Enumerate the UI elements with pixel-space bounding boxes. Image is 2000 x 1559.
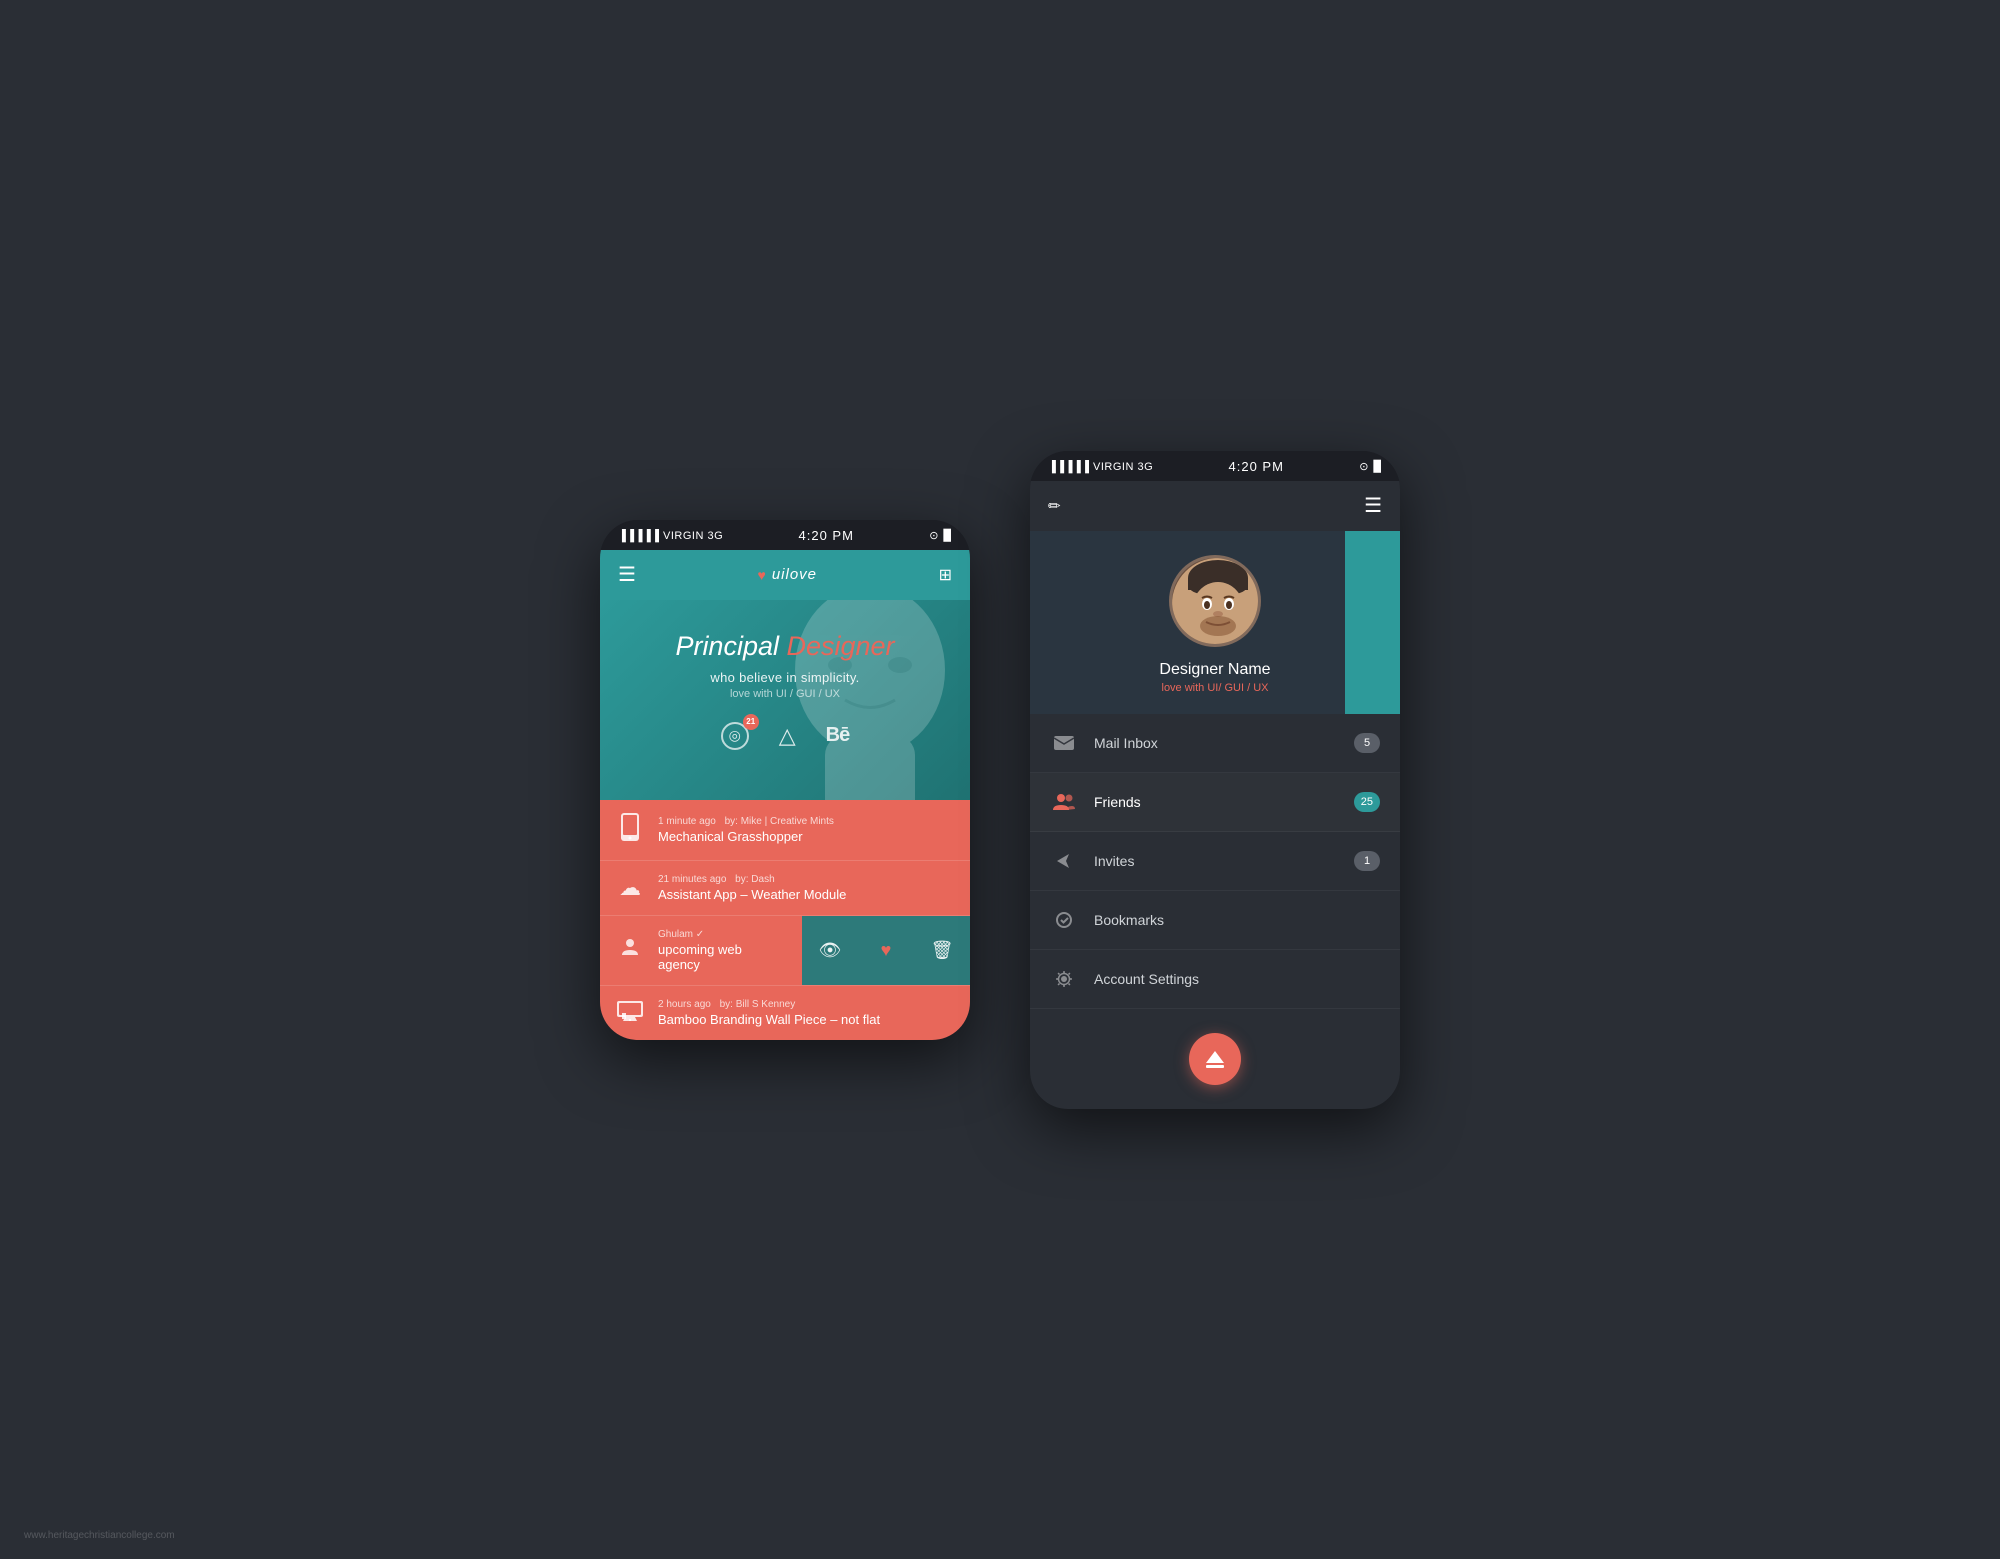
hero-principal: Principal bbox=[675, 631, 779, 661]
status-bar-left: ▐▐▐▐▐ VIRGIN 3G 4:20 PM ⊙ ▉ bbox=[600, 520, 970, 550]
invites-icon bbox=[1050, 847, 1078, 875]
behance-icon[interactable]: Bē bbox=[826, 724, 850, 747]
app-header-left: ☰ ♥ uilove ⊞ bbox=[600, 550, 970, 600]
hero-sub2: love with UI / GUI / UX bbox=[624, 688, 946, 700]
hero-subtitle: who believe in simplicity. bbox=[624, 670, 946, 685]
logo-text: uilove bbox=[772, 566, 817, 583]
watermark: www.heritagechristiancollege.com bbox=[24, 1530, 175, 1541]
signal-right: ▐▐▐▐▐ VIRGIN 3G bbox=[1048, 461, 1153, 473]
mail-icon bbox=[1050, 729, 1078, 757]
mail-label: Mail Inbox bbox=[1094, 735, 1338, 751]
friends-badge: 25 bbox=[1354, 792, 1380, 812]
alarm-icon-r: ⊙ bbox=[1359, 460, 1368, 473]
menu-item-settings[interactable]: Account Settings bbox=[1030, 950, 1400, 1009]
phone-right: ▐▐▐▐▐ VIRGIN 3G 4:20 PM ⊙ ▉ ✏ ☰ bbox=[1030, 451, 1400, 1109]
battery-icon: ▉ bbox=[944, 529, 952, 542]
dribbble-badge: 21 bbox=[743, 714, 759, 730]
menu-footer bbox=[1030, 1009, 1400, 1109]
menu-item-mail[interactable]: Mail Inbox 5 bbox=[1030, 714, 1400, 773]
menu-button-right[interactable]: ☰ bbox=[1364, 493, 1382, 518]
feed-meta-1: 1 minute ago by: Mike | Creative Mints bbox=[658, 816, 834, 827]
profile-subtitle: love with UI/ GUI / UX bbox=[1050, 682, 1380, 694]
delete-action-btn[interactable]: 🗑 bbox=[914, 916, 970, 985]
view-action-btn[interactable]: 👁 bbox=[802, 916, 858, 985]
hero-designer: Designer bbox=[787, 631, 895, 661]
feed-icon-4 bbox=[616, 999, 644, 1026]
status-bar-right: ▐▐▐▐▐ VIRGIN 3G 4:20 PM ⊙ ▉ bbox=[1030, 451, 1400, 481]
feed-icon-2: ☁ bbox=[616, 875, 644, 901]
menu-item-invites[interactable]: Invites 1 bbox=[1030, 832, 1400, 891]
feed-item-1[interactable]: 1 minute ago by: Mike | Creative Mints M… bbox=[600, 800, 970, 861]
swipe-actions: 👁 ♥ 🗑 bbox=[802, 916, 970, 985]
menu-list: Mail Inbox 5 Friends 25 bbox=[1030, 714, 1400, 1009]
feed-meta-3: Ghulam ✓ bbox=[658, 929, 786, 940]
artboard-icon[interactable]: △ bbox=[779, 723, 796, 749]
bookmarks-icon bbox=[1050, 906, 1078, 934]
feed-icon-3 bbox=[616, 936, 644, 965]
profile-section: Designer Name love with UI/ GUI / UX bbox=[1030, 531, 1400, 714]
logo: ♥ uilove bbox=[758, 566, 818, 583]
feed-content-2: 21 minutes ago by: Dash Assistant App – … bbox=[658, 874, 846, 902]
friends-label: Friends bbox=[1094, 794, 1338, 810]
background: ▐▐▐▐▐ VIRGIN 3G 4:20 PM ⊙ ▉ ☰ ♥ uilove ⊞ bbox=[0, 0, 2000, 1559]
menu-button-left[interactable]: ☰ bbox=[618, 562, 636, 587]
settings-label: Account Settings bbox=[1094, 971, 1380, 987]
feed-item-2[interactable]: ☁ 21 minutes ago by: Dash Assistant App … bbox=[600, 861, 970, 916]
feed-item-4[interactable]: 2 hours ago by: Bill S Kenney Bamboo Bra… bbox=[600, 986, 970, 1040]
like-action-btn[interactable]: ♥ bbox=[858, 916, 914, 985]
edit-button[interactable]: ✏ bbox=[1048, 497, 1061, 515]
hero-section: Principal Designer who believe in simpli… bbox=[600, 600, 970, 800]
settings-icon bbox=[1050, 965, 1078, 993]
feed-item-3[interactable]: Ghulam ✓ upcoming web agency 👁 ♥ 🗑 bbox=[600, 916, 970, 986]
friends-icon bbox=[1050, 788, 1078, 816]
app-header-right: ✏ ☰ bbox=[1030, 481, 1400, 531]
heart-icon: ♥ bbox=[758, 567, 767, 583]
feed-content-3: Ghulam ✓ upcoming web agency bbox=[658, 929, 786, 972]
mail-badge: 5 bbox=[1354, 733, 1380, 753]
time-right: 4:20 PM bbox=[1229, 459, 1284, 474]
feed-title-1: Mechanical Grasshopper bbox=[658, 829, 834, 844]
hero-icons-row: ◎ 21 △ Bē bbox=[624, 722, 946, 750]
menu-item-friends[interactable]: Friends 25 bbox=[1030, 773, 1400, 832]
profile-name: Designer Name bbox=[1050, 661, 1380, 679]
time-left: 4:20 PM bbox=[799, 528, 854, 543]
battery-icon-r: ▉ bbox=[1374, 460, 1382, 473]
dribbble-icon-wrap[interactable]: ◎ 21 bbox=[721, 722, 749, 750]
briefcase-icon[interactable]: ⊞ bbox=[939, 565, 952, 585]
phone-left: ▐▐▐▐▐ VIRGIN 3G 4:20 PM ⊙ ▉ ☰ ♥ uilove ⊞ bbox=[600, 520, 970, 1040]
feed-title-4: Bamboo Branding Wall Piece – not flat bbox=[658, 1012, 880, 1027]
alarm-icon: ⊙ bbox=[929, 529, 938, 542]
feed-title-3: upcoming web agency bbox=[658, 942, 786, 972]
invites-badge: 1 bbox=[1354, 851, 1380, 871]
invites-label: Invites bbox=[1094, 853, 1338, 869]
bookmarks-label: Bookmarks bbox=[1094, 912, 1380, 928]
eject-button[interactable] bbox=[1189, 1033, 1241, 1085]
avatar bbox=[1169, 555, 1261, 647]
menu-item-bookmarks[interactable]: Bookmarks bbox=[1030, 891, 1400, 950]
feed-icon-1 bbox=[616, 813, 644, 847]
feed-meta-4: 2 hours ago by: Bill S Kenney bbox=[658, 999, 880, 1010]
feed-meta-2: 21 minutes ago by: Dash bbox=[658, 874, 846, 885]
feed-title-2: Assistant App – Weather Module bbox=[658, 887, 846, 902]
feed-content-1: 1 minute ago by: Mike | Creative Mints M… bbox=[658, 816, 834, 844]
feed-list: 1 minute ago by: Mike | Creative Mints M… bbox=[600, 800, 970, 1040]
status-icons-right: ⊙ ▉ bbox=[1359, 460, 1382, 473]
signal-left: ▐▐▐▐▐ VIRGIN 3G bbox=[618, 530, 723, 542]
status-icons-left: ⊙ ▉ bbox=[929, 529, 952, 542]
hero-text: Principal Designer who believe in simpli… bbox=[624, 630, 946, 700]
feed-content-4: 2 hours ago by: Bill S Kenney Bamboo Bra… bbox=[658, 999, 880, 1027]
